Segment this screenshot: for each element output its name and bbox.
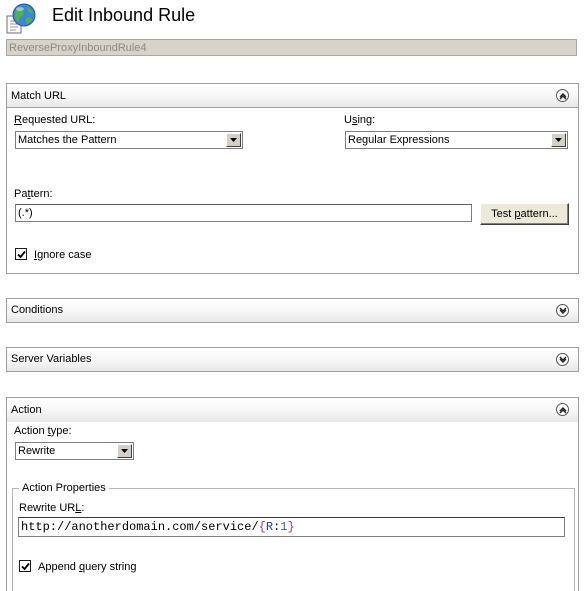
server-variables-panel: Server Variables: [6, 347, 579, 372]
pattern-label: Pattern:: [14, 188, 53, 200]
dropdown-arrow-icon[interactable]: [117, 444, 132, 458]
conditions-panel: Conditions: [6, 298, 579, 323]
pattern-input[interactable]: (.*): [15, 204, 472, 222]
server-variables-header[interactable]: Server Variables: [7, 348, 578, 371]
action-properties-legend: Action Properties: [19, 482, 109, 494]
dropdown-arrow-icon[interactable]: [551, 133, 566, 147]
chevron-down-icon[interactable]: [556, 353, 569, 366]
conditions-header[interactable]: Conditions: [7, 299, 578, 322]
requested-url-select[interactable]: Matches the Pattern: [15, 131, 243, 149]
conditions-title: Conditions: [11, 304, 63, 316]
globe-document-icon: [6, 3, 36, 35]
rewrite-url-label: Rewrite URL:: [19, 502, 85, 514]
using-select[interactable]: Regular Expressions: [345, 131, 568, 149]
match-url-panel: Match URL: [6, 83, 579, 274]
action-properties-group: [12, 488, 575, 591]
rule-name-field: ReverseProxyInboundRule4: [6, 39, 577, 56]
chevron-down-icon[interactable]: [556, 304, 569, 317]
action-type-label: Action type:: [14, 425, 72, 437]
action-title: Action: [11, 404, 42, 416]
action-header[interactable]: Action: [7, 398, 578, 422]
dropdown-arrow-icon[interactable]: [226, 133, 241, 147]
requested-url-label: Requested URL:: [14, 114, 96, 126]
ignore-case-checkbox[interactable]: [15, 248, 27, 260]
using-label: Using:: [344, 114, 376, 126]
chevron-up-icon[interactable]: [556, 89, 569, 102]
chevron-up-icon[interactable]: [556, 403, 569, 416]
page-title: Edit Inbound Rule: [52, 5, 196, 25]
append-query-string-checkbox[interactable]: [19, 560, 31, 572]
match-url-header[interactable]: Match URL: [7, 84, 578, 108]
append-query-string-label[interactable]: Append query string: [38, 561, 136, 573]
match-url-title: Match URL: [11, 90, 67, 102]
rewrite-url-input[interactable]: http://anotherdomain.com/service/{R:1}: [18, 517, 565, 537]
server-variables-title: Server Variables: [11, 353, 92, 365]
action-type-select[interactable]: Rewrite: [15, 442, 134, 460]
test-pattern-button[interactable]: Test pattern...: [480, 203, 569, 225]
ignore-case-label[interactable]: Ignore case: [34, 249, 92, 261]
